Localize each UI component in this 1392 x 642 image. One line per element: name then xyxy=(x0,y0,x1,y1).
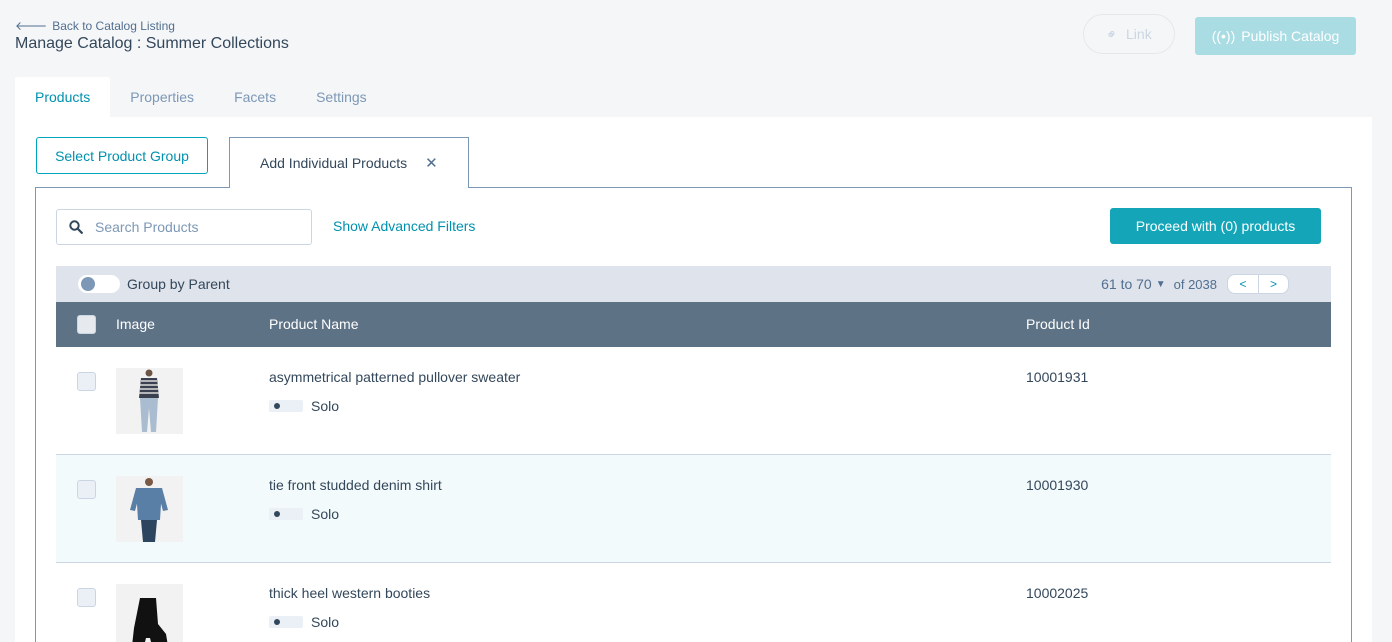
tab-properties[interactable]: Properties xyxy=(110,77,214,117)
tab-products[interactable]: Products xyxy=(15,77,111,117)
tab-settings[interactable]: Settings xyxy=(296,77,387,117)
solo-indicator-icon xyxy=(269,508,303,520)
page-title: Manage Catalog : Summer Collections xyxy=(15,35,289,52)
toggle-knob xyxy=(81,277,95,291)
status-badge: Solo xyxy=(269,398,339,414)
table-header: Image Product Name Product Id xyxy=(56,302,1331,347)
show-advanced-filters-link[interactable]: Show Advanced Filters xyxy=(333,218,475,234)
link-button-label: Link xyxy=(1126,26,1152,42)
product-image xyxy=(116,476,183,542)
publish-catalog-label: Publish Catalog xyxy=(1241,28,1340,44)
add-individual-products-label: Add Individual Products xyxy=(260,155,408,171)
page-range-dropdown[interactable]: 61 to 70 ▼ xyxy=(1101,276,1166,292)
proceed-button[interactable]: Proceed with (0) products xyxy=(1110,208,1321,244)
tab-add-individual-products[interactable]: Add Individual Products ✕ xyxy=(229,137,469,188)
select-product-group-button[interactable]: Select Product Group xyxy=(36,137,208,174)
next-page-button[interactable]: > xyxy=(1258,275,1288,293)
solo-indicator-icon xyxy=(269,616,303,628)
search-box[interactable] xyxy=(56,209,312,245)
link-button[interactable]: ⚭ Link xyxy=(1083,14,1175,54)
product-id: 10001931 xyxy=(1026,369,1089,385)
group-by-parent-toggle[interactable] xyxy=(78,275,120,293)
tab-facets[interactable]: Facets xyxy=(214,77,296,117)
caret-down-icon: ▼ xyxy=(1155,278,1166,290)
page-nav: < > xyxy=(1227,274,1289,294)
products-panel: Select Product Group Add Individual Prod… xyxy=(15,117,1372,642)
solo-indicator-icon xyxy=(269,400,303,412)
arrow-left-icon: 🡐 xyxy=(15,19,48,33)
table-row[interactable]: tie front studded denim shirt Solo 10001… xyxy=(56,455,1331,563)
product-name: asymmetrical patterned pullover sweater xyxy=(269,369,521,385)
status-badge: Solo xyxy=(269,614,339,630)
search-icon xyxy=(69,220,83,234)
pagination: 61 to 70 ▼ of 2038 < > xyxy=(1101,266,1289,302)
table-row[interactable]: asymmetrical patterned pullover sweater … xyxy=(56,347,1331,455)
product-name: tie front studded denim shirt xyxy=(269,477,442,493)
back-link[interactable]: 🡐 Back to Catalog Listing xyxy=(15,18,175,34)
row-checkbox[interactable] xyxy=(77,480,96,499)
back-link-label: Back to Catalog Listing xyxy=(52,18,175,33)
product-image xyxy=(116,584,183,642)
main-tabs: Products Properties Facets Settings xyxy=(15,77,387,117)
badge-label: Solo xyxy=(311,614,340,630)
column-header-image: Image xyxy=(116,316,155,332)
close-icon[interactable]: ✕ xyxy=(425,154,438,172)
search-input[interactable] xyxy=(95,219,295,235)
select-all-checkbox[interactable] xyxy=(77,315,96,334)
row-checkbox[interactable] xyxy=(77,372,96,391)
badge-label: Solo xyxy=(311,506,340,522)
link-icon: ⚭ xyxy=(1101,23,1122,44)
product-id: 10002025 xyxy=(1026,585,1089,601)
row-checkbox[interactable] xyxy=(77,588,96,607)
product-image xyxy=(116,368,183,434)
column-header-product-name: Product Name xyxy=(269,316,359,332)
column-header-product-id: Product Id xyxy=(1026,316,1090,332)
add-products-container: Show Advanced Filters Proceed with (0) p… xyxy=(35,187,1352,642)
product-name: thick heel western booties xyxy=(269,585,431,601)
badge-label: Solo xyxy=(311,398,340,414)
publish-catalog-button[interactable]: ((•)) Publish Catalog xyxy=(1195,17,1356,55)
page-range-label: 61 to 70 xyxy=(1101,276,1152,292)
product-id: 10001930 xyxy=(1026,477,1089,493)
prev-page-button[interactable]: < xyxy=(1228,275,1258,293)
group-by-parent-label: Group by Parent xyxy=(127,276,230,292)
table-row[interactable]: thick heel western booties Solo 10002025 xyxy=(56,563,1331,642)
broadcast-icon: ((•)) xyxy=(1211,28,1236,44)
status-badge: Solo xyxy=(269,506,339,522)
total-count: of 2038 xyxy=(1173,276,1217,292)
table-toolbar: Group by Parent 61 to 70 ▼ of 2038 < > xyxy=(56,266,1331,302)
